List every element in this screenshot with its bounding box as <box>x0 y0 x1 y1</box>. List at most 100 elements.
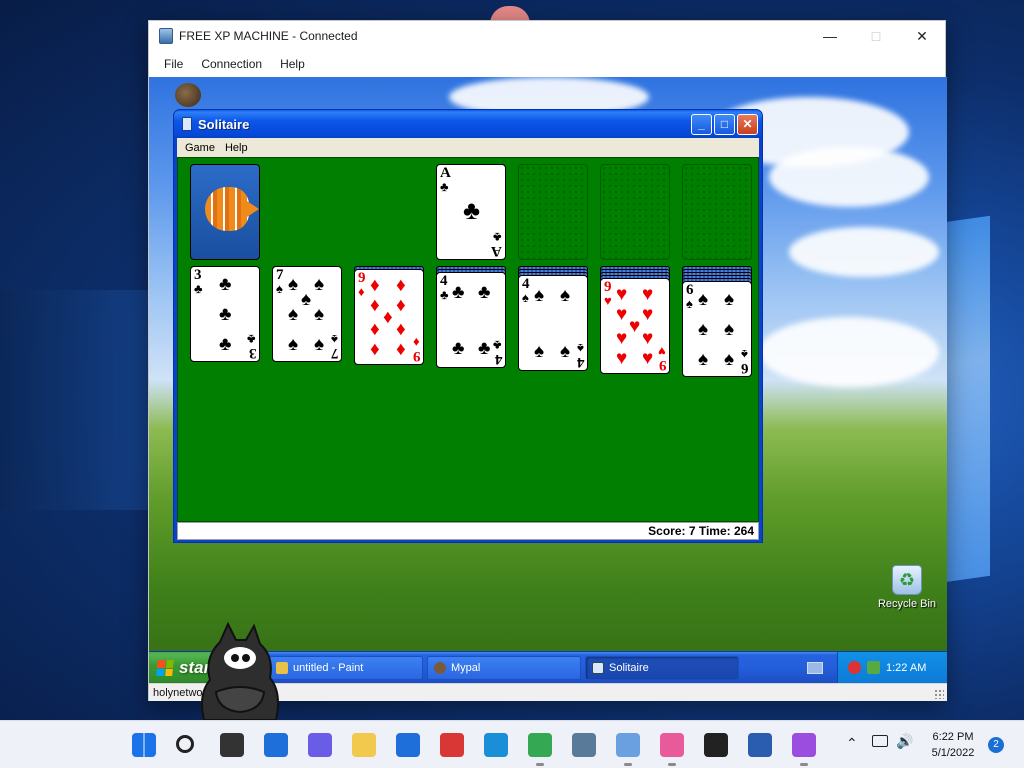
card-pip-icon: ♠ <box>724 319 735 340</box>
card-pip-icon: ♦ <box>370 275 380 296</box>
card-pip-icon: ♠ <box>288 304 299 325</box>
menu-connection[interactable]: Connection <box>194 53 269 75</box>
menu-help[interactable]: Help <box>273 53 312 75</box>
notepad-icon[interactable] <box>748 733 772 757</box>
network-status-icon[interactable] <box>872 735 888 747</box>
card-rank: 3 <box>248 345 257 361</box>
card-suit-icon: ♣ <box>440 179 449 194</box>
remote-screen[interactable]: Recycle Bin Solitaire _ □ ✕ Game Help <box>149 77 947 683</box>
card-pip-icon: ♥ <box>642 304 654 325</box>
tableau-card[interactable]: 9 ♦ 9 ♦ ♦ ♦ ♦ ♦ ♦ ♦ ♦ ♦ ♦ <box>354 269 424 365</box>
network-icon[interactable] <box>867 661 880 674</box>
menu-help[interactable]: Help <box>220 140 253 156</box>
chat-icon[interactable] <box>308 733 332 757</box>
keyboard-icon[interactable] <box>807 661 823 674</box>
tableau-card[interactable]: 7 ♠ 7 ♠ ♠ ♠ ♠ ♠ ♠ ♠ ♠ <box>272 266 342 362</box>
card-suit-icon: ♦ <box>413 335 420 350</box>
xp-desktop[interactable]: Recycle Bin Solitaire _ □ ✕ Game Help <box>149 77 947 683</box>
recycle-bin[interactable]: Recycle Bin <box>877 565 937 610</box>
xp-clock[interactable]: 1:22 AM <box>886 662 926 674</box>
card-pip-icon: ♠ <box>301 289 312 310</box>
task-paint[interactable]: untitled - Paint <box>269 655 423 680</box>
menu-file[interactable]: File <box>157 53 190 75</box>
cloud <box>769 147 929 207</box>
rdp-titlebar[interactable]: FREE XP MACHINE - Connected — □ ✕ <box>149 21 945 51</box>
clock-date: 5/1/2022 <box>931 747 975 759</box>
card-pip-icon: ♠ <box>314 334 325 355</box>
notification-badge[interactable]: 2 <box>988 737 1004 753</box>
card-suit-icon: ♠ <box>686 296 693 311</box>
card-pip-icon: ♦ <box>370 319 380 340</box>
close-button[interactable]: ✕ <box>899 21 945 51</box>
task-mypal[interactable]: Mypal <box>427 655 581 680</box>
card-rank: 7 <box>330 345 339 361</box>
menu-game[interactable]: Game <box>180 140 220 156</box>
system-clock[interactable]: 6:22 PM 5/1/2022 <box>920 729 986 761</box>
windows-start-icon[interactable] <box>132 733 156 757</box>
remote-desktop-window: FREE XP MACHINE - Connected — □ ✕ File C… <box>148 20 947 701</box>
foundation-slot[interactable] <box>682 164 752 260</box>
remote-desktop-icon[interactable] <box>616 733 640 757</box>
maximize-button[interactable]: □ <box>853 21 899 51</box>
card-suit-icon: ♣ <box>247 332 256 347</box>
volume-icon[interactable]: 🔊 <box>896 733 913 750</box>
tableau-card[interactable]: 6 ♠ 6 ♠ ♠ ♠ ♠ ♠ ♠ ♠ <box>682 281 752 377</box>
news-icon[interactable] <box>440 733 464 757</box>
control-panel-icon[interactable] <box>572 733 596 757</box>
solitaire-title: Solitaire <box>198 116 250 132</box>
card-pip-icon: ♠ <box>724 349 735 370</box>
tableau-card[interactable]: 4 ♣ 4 ♣ ♣ ♣ ♣ ♣ <box>436 272 506 368</box>
minimize-button[interactable]: — <box>807 21 853 51</box>
card-suit-icon: ♣ <box>493 230 502 245</box>
card-rank: 6 <box>740 360 749 376</box>
stock-pile[interactable] <box>190 164 260 260</box>
card-pip-icon: ♣ <box>478 338 491 359</box>
card-pip-icon: ♠ <box>534 285 545 306</box>
card-pip-icon: ♦ <box>383 307 393 328</box>
store-icon[interactable] <box>396 733 420 757</box>
card-pip-icon: ♠ <box>314 304 325 325</box>
card-pip-icon: ♦ <box>396 339 406 360</box>
tableau-card[interactable]: 3 ♣ 3 ♣ ♣ ♣ ♣ <box>190 266 260 362</box>
mypal-icon <box>434 661 446 674</box>
card-pip-icon: ♠ <box>288 274 299 295</box>
tableau-card[interactable]: 9 ♥ 9 ♥ ♥ ♥ ♥ ♥ ♥ ♥ ♥ ♥ ♥ <box>600 278 670 374</box>
widgets-icon[interactable] <box>264 733 288 757</box>
search-icon[interactable] <box>176 735 194 753</box>
card-pip-icon: ♠ <box>724 289 735 310</box>
file-explorer-icon[interactable] <box>352 733 376 757</box>
foundation-slot[interactable] <box>600 164 670 260</box>
paint-3d-icon[interactable] <box>660 733 684 757</box>
security-shield-icon[interactable] <box>848 661 861 674</box>
solitaire-close-button[interactable]: ✕ <box>737 113 758 135</box>
resize-grip-icon[interactable] <box>934 689 944 699</box>
solitaire-minimize-button[interactable]: _ <box>691 113 712 135</box>
terminal-icon[interactable] <box>704 733 728 757</box>
task-solitaire[interactable]: Solitaire <box>585 655 739 680</box>
running-indicator <box>668 763 676 766</box>
recycle-bin-icon <box>892 565 922 595</box>
chrome-icon[interactable] <box>528 733 552 757</box>
mypal-desktop-icon[interactable] <box>175 83 201 107</box>
foundation-slot[interactable] <box>518 164 588 260</box>
game-table[interactable]: A ♣ A ♣ ♣ 3 ♣ 3 ♣ ♣ ♣ ♣ 7 ♠ 7 ♠ ♠ ♠ ♠ ♠ ♠ ♠ ♠ 9 ♦ 9 ♦ ♦ ♦ ♦ ♦ ♦ ♦ ♦ ♦ ♦ 4 ♣ 4 ♣… <box>177 157 759 522</box>
card-rank: 4 <box>576 354 585 370</box>
card-pip-icon: ♠ <box>698 349 709 370</box>
solitaire-maximize-button[interactable]: □ <box>714 113 735 135</box>
foundation-card[interactable]: A ♣ A ♣ ♣ <box>436 164 506 260</box>
edge-icon[interactable] <box>484 733 508 757</box>
card-pip-icon: ♣ <box>452 338 465 359</box>
card-suit-icon: ♣ <box>440 287 449 302</box>
card-suit-icon: ♥ <box>604 293 612 308</box>
solitaire-titlebar[interactable]: Solitaire _ □ ✕ <box>174 110 762 138</box>
card-pip-icon: ♣ <box>463 196 481 225</box>
chevron-up-icon[interactable]: ⌃ <box>846 735 858 752</box>
card-pip-icon: ♥ <box>629 316 641 337</box>
card-suit-icon: ♦ <box>358 284 365 299</box>
card-suit-icon: ♠ <box>577 341 584 356</box>
tableau-card[interactable]: 4 ♠ 4 ♠ ♠ ♠ ♠ ♠ <box>518 275 588 371</box>
card-suit-icon: ♠ <box>276 281 283 296</box>
task-view-icon[interactable] <box>220 733 244 757</box>
visual-studio-icon[interactable] <box>792 733 816 757</box>
rdp-menubar: File Connection Help <box>149 51 945 77</box>
